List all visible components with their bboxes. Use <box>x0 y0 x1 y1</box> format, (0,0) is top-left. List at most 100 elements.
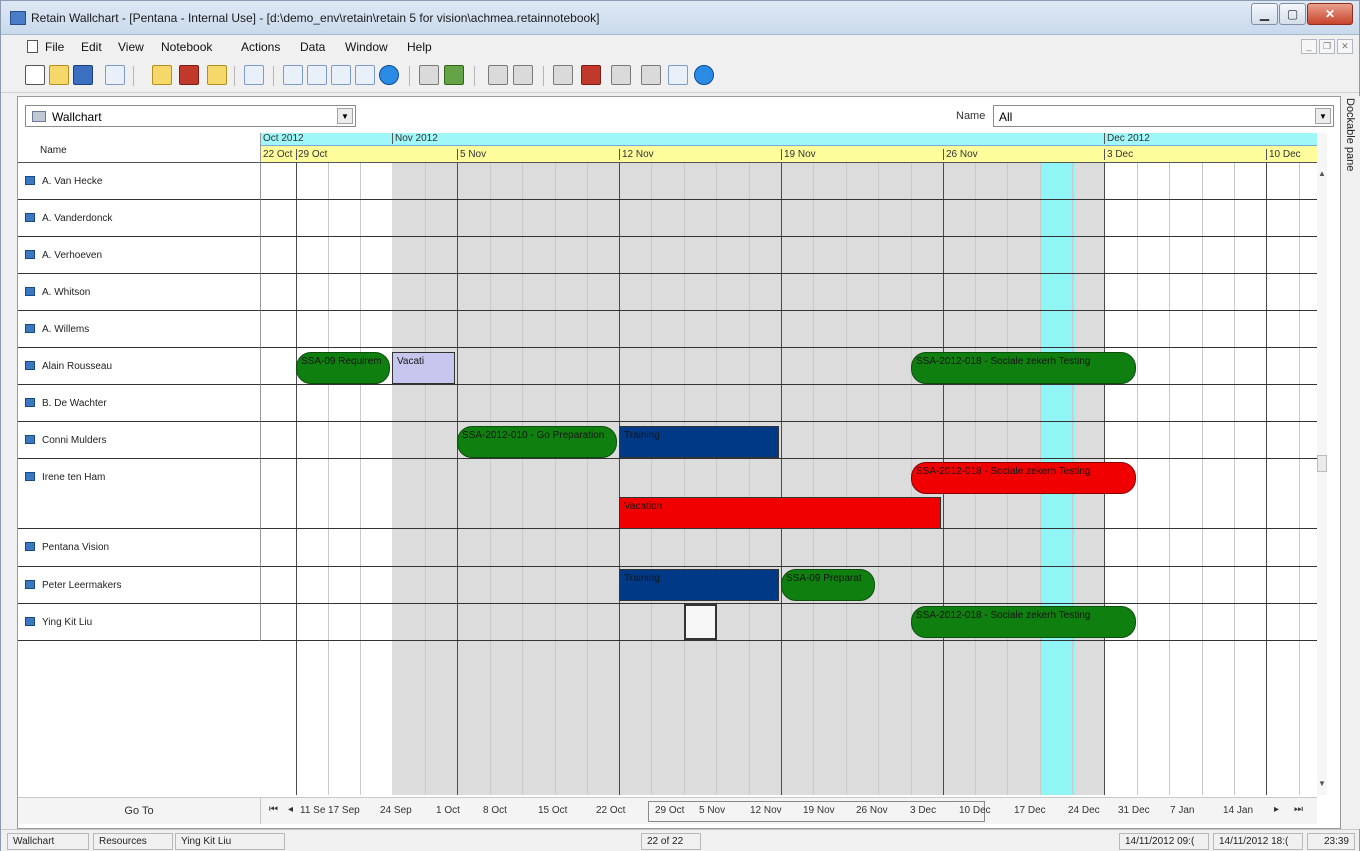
goto-date[interactable]: 15 Oct <box>538 805 567 816</box>
menu-notebook[interactable]: Notebook <box>161 40 212 54</box>
goto-date[interactable]: 19 Nov <box>803 805 835 816</box>
week-header: 22 Oct 29 Oct 5 Nov 12 Nov 19 Nov 26 Nov… <box>261 146 1317 163</box>
month-view-icon[interactable] <box>307 65 327 85</box>
next-page-icon[interactable]: ▸ <box>1274 804 1279 815</box>
menu-window[interactable]: Window <box>345 40 388 54</box>
chevron-down-icon[interactable]: ▼ <box>1315 108 1331 124</box>
selected-cell[interactable] <box>684 604 717 640</box>
goto-date[interactable]: 3 Dec <box>910 805 936 816</box>
booking-bar[interactable]: SSA-09 Requirem <box>296 352 390 384</box>
mdi-close-button[interactable]: ✕ <box>1337 39 1353 54</box>
find-icon[interactable] <box>553 65 573 85</box>
menu-edit[interactable]: Edit <box>81 40 102 54</box>
resource-row[interactable]: B. De Wachter <box>18 385 261 422</box>
booking-bar[interactable]: Training <box>619 569 779 601</box>
resource-row[interactable]: Pentana Vision <box>18 529 261 567</box>
menu-help[interactable]: Help <box>407 40 432 54</box>
edit-booking-icon[interactable] <box>207 65 227 85</box>
chevron-down-icon[interactable]: ▼ <box>337 108 353 124</box>
booking-bar[interactable]: SSA-2012-018 - Sociale zekerh Testing <box>911 352 1136 384</box>
mdi-minimize-button[interactable]: _ <box>1301 39 1317 54</box>
booking-bar[interactable]: SSA-2012-018 - Sociale zekerh Testing <box>911 462 1136 494</box>
title-bar[interactable]: Retain Wallchart - [Pentana - Internal U… <box>1 1 1359 35</box>
menu-file[interactable]: File <box>45 40 64 54</box>
resource-row[interactable]: Peter Leermakers <box>18 567 261 604</box>
goto-date[interactable]: 11 Se <box>300 805 325 816</box>
week-view-icon[interactable] <box>331 65 351 85</box>
menu-view[interactable]: View <box>118 40 144 54</box>
booking-bar[interactable]: SSA-2012-010 - Go Preparation <box>457 426 617 458</box>
goto-date[interactable]: 29 Oct <box>655 805 684 816</box>
scroll-grip[interactable] <box>1317 455 1327 472</box>
report-icon[interactable] <box>581 65 601 85</box>
resource-row[interactable]: A. Vanderdonck <box>18 200 261 237</box>
goto-date[interactable]: 22 Oct <box>596 805 625 816</box>
booking-bar[interactable]: Vacati <box>392 352 455 384</box>
resource-row[interactable]: Conni Mulders <box>18 422 261 459</box>
split-icon[interactable] <box>244 65 264 85</box>
goto-date[interactable]: 14 Jan <box>1223 805 1253 816</box>
view-select[interactable]: Wallchart ▼ <box>25 105 356 127</box>
goto-date[interactable]: 10 Dec <box>959 805 991 816</box>
goto-date[interactable]: 17 Dec <box>1014 805 1046 816</box>
minimize-button[interactable]: ▁ <box>1251 3 1278 25</box>
list-icon[interactable] <box>611 65 631 85</box>
name-filter-select[interactable]: All ▼ <box>993 105 1334 127</box>
close-button[interactable]: ✕ <box>1307 3 1353 25</box>
vertical-scrollbar[interactable]: ▲ ▼ <box>1317 133 1327 795</box>
clock-icon[interactable] <box>379 65 399 85</box>
resource-icon <box>25 617 35 626</box>
scroll-up-icon[interactable]: ▲ <box>1318 169 1326 178</box>
booking-bar[interactable]: Training <box>619 426 779 458</box>
status-tab-resources[interactable]: Resources <box>93 833 173 850</box>
save-icon[interactable] <box>73 65 93 85</box>
status-count: 22 of 22 <box>641 833 701 850</box>
goto-date[interactable]: 31 Dec <box>1118 805 1150 816</box>
print-icon[interactable] <box>419 65 439 85</box>
goto-date[interactable]: 24 Dec <box>1068 805 1100 816</box>
undo-icon[interactable] <box>105 65 125 85</box>
goto-date[interactable]: 24 Sep <box>380 805 412 816</box>
refresh-icon[interactable] <box>668 65 688 85</box>
calendar-area[interactable]: SSA-09 Requirem Vacati SSA-2012-018 - So… <box>261 163 1317 795</box>
help-icon[interactable] <box>694 65 714 85</box>
add-booking-icon[interactable] <box>152 65 172 85</box>
align-icon[interactable] <box>488 65 508 85</box>
goto-date[interactable]: 5 Nov <box>699 805 725 816</box>
booking-bar[interactable]: Vacation <box>619 497 941 529</box>
resource-row[interactable]: Alain Rousseau <box>18 348 261 385</box>
resource-row[interactable]: A. Van Hecke <box>18 163 261 200</box>
delete-booking-icon[interactable] <box>179 65 199 85</box>
resource-icon[interactable] <box>513 65 533 85</box>
new-icon[interactable] <box>25 65 45 85</box>
last-page-icon[interactable]: ⏭ <box>1294 804 1303 815</box>
goto-date[interactable]: 26 Nov <box>856 805 888 816</box>
booking-bar[interactable]: SSA-09 Preparat <box>781 569 875 601</box>
resource-row[interactable]: Ying Kit Liu <box>18 604 261 641</box>
first-page-icon[interactable]: ⏮ <box>269 804 278 815</box>
year-view-icon[interactable] <box>283 65 303 85</box>
goto-date[interactable]: 1 Oct <box>436 805 460 816</box>
open-folder-icon[interactable] <box>49 65 69 85</box>
day-view-icon[interactable] <box>355 65 375 85</box>
previous-page-icon[interactable]: ◂ <box>288 804 293 815</box>
goto-date[interactable]: 8 Oct <box>483 805 507 816</box>
name-column-header[interactable]: Name <box>18 133 261 163</box>
booking-bar[interactable]: SSA-2012-018 - Sociale zekerh Testing <box>911 606 1136 638</box>
resource-row[interactable]: A. Willems <box>18 311 261 348</box>
dockable-pane[interactable]: Dockable pane <box>1342 96 1360 829</box>
mdi-restore-button[interactable]: ❐ <box>1319 39 1335 54</box>
resource-row[interactable]: A. Verhoeven <box>18 237 261 274</box>
menu-data[interactable]: Data <box>300 40 325 54</box>
goto-date[interactable]: 7 Jan <box>1170 805 1194 816</box>
scroll-down-icon[interactable]: ▼ <box>1318 779 1326 788</box>
status-tab-wallchart[interactable]: Wallchart <box>7 833 89 850</box>
menu-actions[interactable]: Actions <box>241 40 280 54</box>
grid-icon[interactable] <box>641 65 661 85</box>
goto-date[interactable]: 17 Sep <box>328 805 360 816</box>
resource-row[interactable]: Irene ten Ham <box>18 459 261 529</box>
export-icon[interactable] <box>444 65 464 85</box>
goto-date[interactable]: 12 Nov <box>750 805 782 816</box>
maximize-button[interactable]: ▢ <box>1279 3 1306 25</box>
resource-row[interactable]: A. Whitson <box>18 274 261 311</box>
